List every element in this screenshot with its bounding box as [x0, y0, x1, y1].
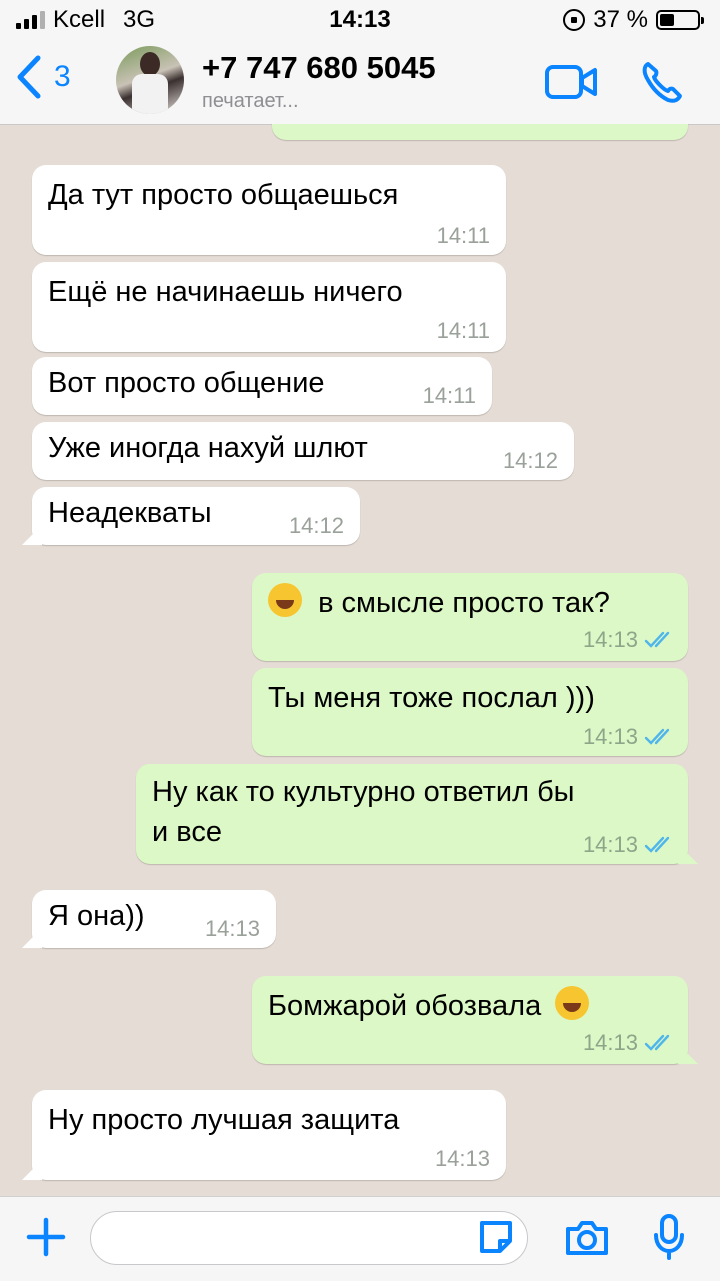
- message-text: Да тут просто общаешься: [48, 179, 399, 211]
- message-bubble[interactable]: Неадекваты 14:12: [32, 487, 360, 545]
- chat-area[interactable]: Да тут просто общаешься 14:11 Ещё не нач…: [0, 124, 720, 1196]
- message-input[interactable]: [90, 1211, 528, 1265]
- message-text-content: в смысле просто так?: [318, 587, 610, 619]
- message-bubble[interactable]: Уже иногда нахуй шлют 14:12: [32, 422, 574, 480]
- sticker-icon: [480, 1221, 512, 1253]
- voice-call-button[interactable]: [640, 60, 684, 109]
- avatar[interactable]: [116, 46, 184, 114]
- rotation-lock-icon: [563, 9, 586, 31]
- message-time: 14:12: [288, 513, 344, 538]
- microphone-button[interactable]: [652, 1213, 686, 1266]
- double-check-icon: [644, 728, 670, 745]
- rolling-laughing-emoji: [555, 986, 590, 1020]
- message-time: 14:13: [582, 627, 638, 652]
- message-bubble[interactable]: Бомжарой обозвала 14:13: [252, 976, 688, 1064]
- message-bubble[interactable]: Я она)) 14:13: [32, 890, 276, 948]
- double-check-icon: [644, 1034, 670, 1051]
- back-chevron-icon: [17, 55, 41, 99]
- microphone-icon: [654, 1214, 684, 1260]
- phone-icon: [642, 62, 682, 103]
- message-text: Ну как то культурно ответил бы и все: [152, 772, 575, 852]
- message-time: 14:11: [436, 223, 490, 248]
- rolling-laughing-emoji: [268, 583, 302, 617]
- message-text: Я она)): [48, 900, 145, 932]
- video-call-button[interactable]: [544, 64, 598, 105]
- message-text-line: Ну как то культурно ответил бы: [152, 776, 575, 808]
- input-bar: [0, 1196, 720, 1281]
- message-text: Неадекваты: [48, 497, 212, 529]
- message-time: 14:11: [436, 318, 490, 343]
- message-text: Вот просто общение: [48, 367, 325, 399]
- chat-header: 3 +7 747 680 5045 печатает...: [0, 40, 720, 125]
- message-text-line: и все: [152, 816, 222, 848]
- message-time: 14:13: [582, 1030, 638, 1055]
- message-bubble-partial: [272, 124, 688, 140]
- message-text: в смысле просто так?: [268, 583, 610, 623]
- sticker-button[interactable]: [476, 1217, 516, 1262]
- message-bubble[interactable]: Ну просто лучшая защита 14:13: [32, 1090, 506, 1180]
- unread-count: 3: [54, 60, 71, 93]
- contact-name[interactable]: +7 747 680 5045: [202, 50, 436, 86]
- message-bubble[interactable]: Ты меня тоже послал ))) 14:13: [252, 668, 688, 756]
- camera-icon: [566, 1221, 608, 1255]
- message-text: Ты меня тоже послал ))): [268, 682, 595, 714]
- back-button[interactable]: 3: [14, 54, 71, 100]
- message-bubble[interactable]: Ещё не начинаешь ничего 14:11: [32, 262, 506, 352]
- message-bubble[interactable]: Вот просто общение 14:11: [32, 357, 492, 415]
- message-text: Ну просто лучшая защита: [48, 1104, 400, 1136]
- message-time: 14:13: [582, 832, 638, 857]
- message-time: 14:13: [204, 916, 260, 941]
- camera-button[interactable]: [564, 1217, 610, 1262]
- message-bubble[interactable]: в смысле просто так? 14:13: [252, 573, 688, 661]
- message-text: Бомжарой обозвала: [268, 986, 590, 1026]
- message-time: 14:13: [434, 1146, 490, 1171]
- status-bar: Kcell 3G 14:13 37 %: [0, 0, 720, 40]
- double-check-icon: [644, 836, 670, 853]
- plus-icon: [26, 1217, 66, 1257]
- status-right: 37 %: [563, 6, 704, 34]
- battery-icon: [656, 10, 704, 30]
- double-check-icon: [644, 631, 670, 648]
- battery-percent: 37 %: [593, 6, 648, 33]
- typing-status: печатает...: [202, 90, 299, 112]
- message-time: 14:13: [582, 724, 638, 749]
- attach-button[interactable]: [26, 1217, 66, 1262]
- message-time: 14:11: [422, 383, 476, 408]
- message-text-content: Бомжарой обозвала: [268, 990, 542, 1022]
- message-bubble[interactable]: Да тут просто общаешься 14:11: [32, 165, 506, 255]
- message-bubble[interactable]: Ну как то культурно ответил бы и все 14:…: [136, 764, 688, 864]
- message-text: Уже иногда нахуй шлют: [48, 432, 368, 464]
- message-text: Ещё не начинаешь ничего: [48, 276, 403, 308]
- video-call-icon: [545, 65, 597, 99]
- message-time: 14:12: [502, 448, 558, 473]
